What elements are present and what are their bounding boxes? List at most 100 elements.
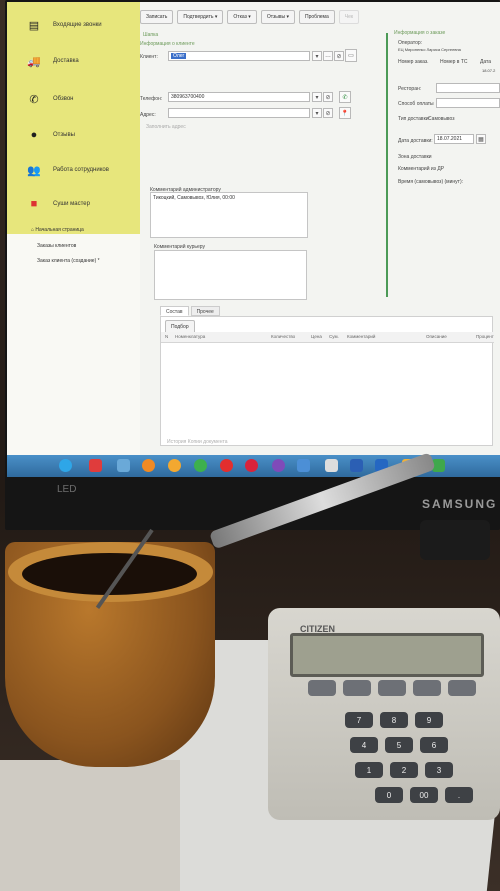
delivery-date-field[interactable]: 18.07.2021 [434,134,474,144]
calc-key[interactable]: 9 [415,712,443,728]
client-open-button[interactable]: … [323,51,333,61]
calendar-icon[interactable]: ▦ [476,134,486,144]
col-description: Описание [426,334,447,339]
client-dropdown-button[interactable]: ▾ [312,51,322,61]
date-label: Дата [480,59,492,65]
col-price: Цена [311,334,322,339]
col-quantity: Количество [271,334,296,339]
browser-icon[interactable] [142,459,155,472]
chrome-icon[interactable] [194,459,207,472]
monitor-base [420,520,490,560]
payment-label: Способ оплаты [398,101,434,107]
calc-key[interactable]: 7 [345,712,373,728]
calc-key[interactable] [413,680,441,696]
sidebar-item-reviews[interactable]: ● Отзывы [7,118,140,152]
order-info-header: Информация о заказе [394,30,446,36]
operator-value: ЕЦ Мироненко Лариса Сергеевна [398,47,461,52]
payment-field[interactable] [436,98,500,108]
pickup-time-label: Время (самовывоз) (минут): [398,179,464,185]
chat-icon: ● [30,129,38,141]
led-label: LED [57,484,77,495]
explorer-icon[interactable] [325,459,338,472]
calc-key[interactable]: 0 [375,787,403,803]
col-nomenclature: Номенклатура [175,334,206,339]
ie-icon[interactable] [297,459,310,472]
app-icon[interactable] [89,459,102,472]
yandex-icon[interactable] [220,459,233,472]
client-card-icon[interactable]: ▭ [345,49,357,62]
receipt-button[interactable]: Чек [338,10,360,24]
tab-other[interactable]: Прочее [190,306,220,316]
sidebar: ▤ Входящие звонки 🚚 Доставка ✆ Обзвон ● … [7,2,140,457]
calc-key[interactable]: 8 [380,712,408,728]
sidebar-item-incoming-calls[interactable]: ▤ Входящие звонки [7,8,140,42]
toolbar: Записать Подтвердить ▾ Отказ ▾ Отзывы ▾ … [140,10,500,26]
section-header: Шапка [143,32,159,38]
calc-key[interactable]: 2 [390,762,418,778]
courier-comment-field[interactable] [154,250,307,300]
date-value: 18.07.2 [482,68,496,73]
problem-button[interactable]: Проблема [299,10,335,24]
delivery-type-label: Тип доставки: [398,116,430,122]
calc-key[interactable]: 00 [410,787,438,803]
table-header: N Номенклатура Количество Цена Сум. Комм… [161,332,494,343]
reviews-button[interactable]: Отзывы ▾ [260,10,296,24]
delivery-type-value[interactable]: Самовывоз [428,116,455,122]
sidebar-item-staff[interactable]: 👥 Работа сотрудников [7,153,140,187]
client-field[interactable]: Олег [168,51,310,61]
order-info-panel: Информация о заказе Оператор: ЕЦ Миронен… [392,28,500,298]
order-number-label: Номер заказ. [398,59,429,65]
firefox-icon[interactable] [168,459,181,472]
sidebar-item-label: Суши мастер [53,201,90,207]
phone-field[interactable]: 380963700400 [168,92,310,102]
refuse-button[interactable]: Отказ ▾ [227,10,257,24]
restaurant-field[interactable] [436,83,500,93]
sidebar-item-delivery[interactable]: 🚚 Доставка [7,44,140,78]
admin-comment-field[interactable]: Тикоцкий, Самовывоз, Юлия, 00:00 [150,192,308,238]
phone-book-icon: ▤ [28,19,40,32]
calc-key[interactable] [308,680,336,696]
sidebar-item-label: Обзвон [53,96,74,102]
calc-key[interactable]: . [445,787,473,803]
sidebar-item-label: Входящие звонки [53,22,102,28]
calc-key[interactable] [343,680,371,696]
confirm-button[interactable]: Подтвердить ▾ [177,10,224,24]
nav-home-link[interactable]: ⌂ Начальная страница [31,227,84,233]
save-button[interactable]: Записать [140,10,174,24]
sushi-icon: ■ [30,198,38,210]
app-icon[interactable] [117,459,130,472]
sidebar-item-calls[interactable]: ✆ Обзвон [7,82,140,116]
col-comment: Комментарий [347,334,376,339]
sidebar-item-label: Отзывы [53,132,75,138]
address-label: Адрес: [140,112,156,118]
calc-key[interactable]: 3 [425,762,453,778]
nav-home-label: Начальная страница [35,227,84,233]
table-footer: История Копии документа [167,439,228,445]
word-icon[interactable] [350,459,363,472]
map-pin-icon[interactable]: 📍 [339,107,351,119]
address-link-button[interactable]: ⊘ [323,108,333,118]
zone-label: Зона доставки [398,154,432,160]
address-hint[interactable]: Заполнить адрес [146,124,186,130]
calc-key[interactable]: 4 [350,737,378,753]
calc-key[interactable]: 1 [355,762,383,778]
calc-key[interactable]: 5 [385,737,413,753]
address-field[interactable] [168,108,310,118]
sidebar-item-label: Работа сотрудников [53,167,109,173]
phone-link-button[interactable]: ⊘ [323,92,333,102]
start-icon[interactable] [59,459,72,472]
calc-key[interactable] [448,680,476,696]
tab-composition[interactable]: Состав [160,306,189,316]
client-link-button[interactable]: ⊘ [334,51,344,61]
address-dropdown-button[interactable]: ▾ [312,108,322,118]
opera-icon[interactable] [245,459,258,472]
calc-key[interactable]: 6 [420,737,448,753]
call-icon[interactable]: ✆ [339,91,351,103]
viber-icon[interactable] [272,459,285,472]
nav-order-create-link[interactable]: Заказ клиента (создание) * [37,258,100,264]
sidebar-item-sushi-master[interactable]: ■ Суши мастер [7,187,140,221]
calc-key[interactable] [378,680,406,696]
phone-dropdown-button[interactable]: ▾ [312,92,322,102]
items-table: Подбор N Номенклатура Количество Цена Су… [160,316,494,446]
nav-orders-link[interactable]: Заказы клиентов [37,243,76,249]
